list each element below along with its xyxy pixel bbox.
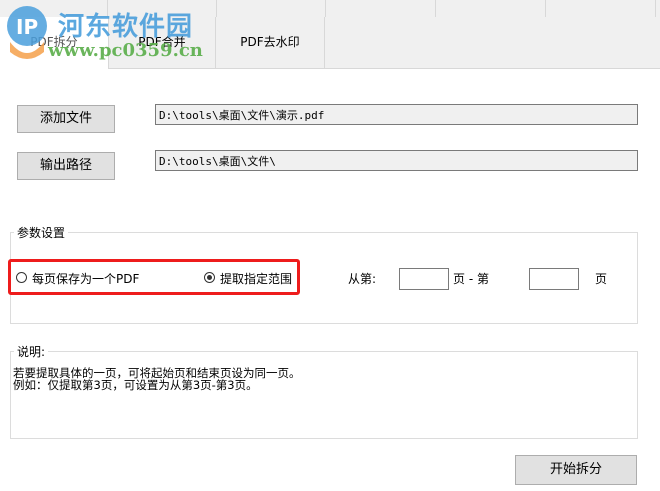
start-split-button[interactable]: 开始拆分 — [515, 455, 637, 485]
radio-range-label[interactable]: 提取指定范围 — [220, 270, 292, 287]
watermark-url: www.pc0359.cn — [48, 40, 203, 61]
output-path-button[interactable]: 输出路径 — [17, 152, 115, 180]
divider — [655, 0, 656, 17]
radio-each-page-label[interactable]: 每页保存为一个PDF — [32, 270, 139, 287]
watermark-logo-icon: IP — [2, 4, 52, 60]
divider — [325, 0, 326, 17]
from-label: 从第: — [348, 272, 377, 286]
divider — [216, 0, 217, 17]
divider — [545, 0, 546, 17]
radio-range[interactable] — [204, 272, 215, 283]
file-path-field[interactable]: D:\tools\桌面\文件\演示.pdf — [155, 104, 638, 125]
to-page-input[interactable] — [529, 268, 579, 290]
notes-group — [10, 351, 638, 439]
from-page-input[interactable] — [399, 268, 449, 290]
add-file-button[interactable]: 添加文件 — [17, 105, 115, 133]
divider — [435, 0, 436, 17]
tab-pdf-watermark-remove[interactable]: PDF去水印 — [216, 17, 325, 68]
watermark-title: 河东软件园 — [58, 12, 194, 42]
output-path-field[interactable]: D:\tools\桌面\文件\ — [155, 150, 638, 171]
page-label: 页 — [595, 272, 608, 286]
to-label: 页 - 第 — [453, 272, 489, 286]
params-title: 参数设置 — [14, 224, 69, 241]
svg-text:IP: IP — [16, 15, 38, 39]
radio-each-page[interactable] — [16, 272, 27, 283]
notes-title: 说明: — [14, 343, 49, 360]
notes-line-2: 例如：仅提取第3页，可设置为从第3页-第3页。 — [13, 378, 258, 392]
